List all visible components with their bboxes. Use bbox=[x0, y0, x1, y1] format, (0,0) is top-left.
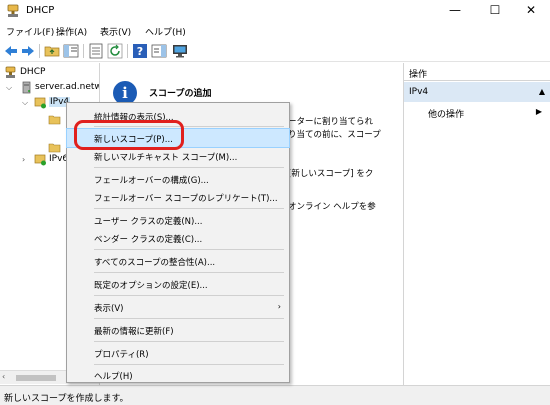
ctx-item-define-vendor-classes[interactable]: ベンダー クラスの定義(C)... bbox=[67, 229, 289, 247]
tree-item-dhcp[interactable]: DHCP bbox=[0, 66, 99, 81]
center-text-line: オンライン ヘルプを参 bbox=[288, 202, 376, 212]
folder-icon bbox=[48, 115, 61, 125]
forward-arrow-icon[interactable] bbox=[20, 43, 36, 59]
scrollbar-thumb[interactable] bbox=[16, 375, 56, 381]
ipv6-icon bbox=[34, 154, 46, 166]
menu-separator bbox=[94, 167, 284, 168]
center-text-line: ーターに割り当てられ bbox=[288, 117, 374, 127]
dhcp-app-icon bbox=[7, 4, 19, 17]
svg-text:?: ? bbox=[137, 45, 143, 58]
menu-file[interactable]: ファイル(F) bbox=[6, 25, 54, 38]
minimize-button[interactable]: — bbox=[436, 0, 474, 22]
ctx-item-refresh[interactable]: 最新の情報に更新(F) bbox=[67, 321, 289, 339]
menu-separator bbox=[94, 272, 284, 273]
menu-separator bbox=[94, 208, 284, 209]
ctx-item-help[interactable]: ヘルプ(H) bbox=[67, 366, 289, 384]
ipv4-icon bbox=[34, 97, 46, 109]
actions-more-link[interactable]: 他の操作 bbox=[428, 107, 464, 120]
tree-label-server: server.ad.netw bbox=[35, 82, 100, 92]
submenu-arrow-icon: ▶ bbox=[535, 107, 542, 116]
ctx-item-label: すべてのスコープの整合性(A)... bbox=[94, 258, 216, 268]
menu-separator bbox=[94, 341, 284, 342]
status-bar: 新しいスコープを作成します。 bbox=[0, 385, 550, 405]
menu-view[interactable]: 表示(V) bbox=[100, 25, 131, 38]
ctx-item-label: フェールオーバーの構成(G)... bbox=[94, 176, 209, 186]
toolbar-separator bbox=[127, 44, 128, 58]
center-text-line: り当ての前に、スコープ bbox=[288, 130, 381, 140]
collapse-chevron-icon[interactable]: ⌵ bbox=[6, 83, 12, 93]
scroll-left-icon[interactable]: ‹ bbox=[2, 372, 5, 381]
actions-header-label: 操作 bbox=[409, 70, 428, 80]
back-arrow-icon[interactable] bbox=[3, 43, 19, 59]
help-icon[interactable]: ? bbox=[132, 43, 148, 59]
maximize-button[interactable]: ☐ bbox=[476, 0, 514, 22]
actions-section-ipv4[interactable]: IPv4 ▲ bbox=[404, 82, 550, 102]
ctx-item-properties[interactable]: プロパティ(R) bbox=[67, 344, 289, 362]
tree-label-dhcp: DHCP bbox=[20, 67, 46, 77]
submenu-arrow-icon: › bbox=[277, 302, 281, 311]
ctx-item-label: プロパティ(R) bbox=[94, 350, 149, 360]
ctx-item-label: ユーザー クラスの定義(N)... bbox=[94, 217, 203, 227]
menu-help[interactable]: ヘルプ(H) bbox=[145, 25, 186, 38]
show-hide-tree-icon[interactable] bbox=[63, 43, 79, 59]
actions-header: 操作 bbox=[404, 63, 550, 81]
menu-separator bbox=[94, 249, 284, 250]
ctx-item-configure-failover[interactable]: フェールオーバーの構成(G)... bbox=[67, 170, 289, 188]
toolbar: ? bbox=[0, 40, 550, 62]
tree-item-server[interactable]: ⌵ server.ad.netw bbox=[0, 81, 100, 96]
menu-separator bbox=[94, 295, 284, 296]
menu-bar: ファイル(F) 操作(A) 表示(V) ヘルプ(H) bbox=[0, 22, 550, 40]
ctx-item-reconcile-all-scopes[interactable]: すべてのスコープの整合性(A)... bbox=[67, 252, 289, 270]
ctx-item-label: 既定のオプションの設定(E)... bbox=[94, 281, 208, 291]
dhcp-root-icon bbox=[5, 66, 16, 78]
title-bar: DHCP — ☐ ✕ bbox=[0, 0, 550, 22]
ctx-item-label: 表示(V) bbox=[94, 304, 124, 314]
collapse-up-icon[interactable]: ▲ bbox=[539, 87, 545, 96]
ctx-item-set-predefined-options[interactable]: 既定のオプションの設定(E)... bbox=[67, 275, 289, 293]
collapse-chevron-icon[interactable]: ⌵ bbox=[22, 98, 28, 108]
center-title: スコープの追加 bbox=[149, 89, 212, 99]
server-monitor-icon[interactable] bbox=[172, 43, 188, 59]
annotation-highlight-ring bbox=[74, 120, 184, 150]
ctx-item-label: ヘルプ(H) bbox=[94, 372, 133, 382]
expand-chevron-icon[interactable]: › bbox=[22, 155, 25, 164]
server-icon bbox=[22, 81, 31, 94]
ctx-item-label: フェールオーバー スコープのレプリケート(T)... bbox=[94, 194, 278, 204]
ctx-item-view[interactable]: 表示(V) › bbox=[67, 298, 289, 316]
toolbar-separator bbox=[39, 44, 40, 58]
ctx-item-label: 最新の情報に更新(F) bbox=[94, 327, 174, 337]
status-text: 新しいスコープを作成します。 bbox=[4, 394, 129, 404]
ctx-item-label: ベンダー クラスの定義(C)... bbox=[94, 235, 203, 245]
refresh-icon[interactable] bbox=[107, 43, 123, 59]
actions-section-label: IPv4 bbox=[409, 87, 429, 97]
ctx-item-define-user-classes[interactable]: ユーザー クラスの定義(N)... bbox=[67, 211, 289, 229]
ctx-item-label: 新しいマルチキャスト スコープ(M)... bbox=[94, 153, 238, 163]
window-title: DHCP bbox=[26, 5, 55, 16]
export-list-icon[interactable] bbox=[88, 43, 104, 59]
menu-separator bbox=[94, 318, 284, 319]
menu-separator bbox=[94, 364, 284, 365]
close-button[interactable]: ✕ bbox=[512, 0, 550, 22]
center-text-line: [新しいスコープ] をク bbox=[288, 169, 374, 179]
properties-pane-icon[interactable] bbox=[151, 43, 167, 59]
menu-action[interactable]: 操作(A) bbox=[56, 25, 87, 38]
toolbar-separator bbox=[83, 44, 84, 58]
actions-pane: 操作 IPv4 ▲ 他の操作 ▶ bbox=[403, 63, 550, 385]
ctx-item-replicate-failover-scopes[interactable]: フェールオーバー スコープのレプリケート(T)... bbox=[67, 188, 289, 206]
up-folder-icon[interactable] bbox=[44, 43, 60, 59]
